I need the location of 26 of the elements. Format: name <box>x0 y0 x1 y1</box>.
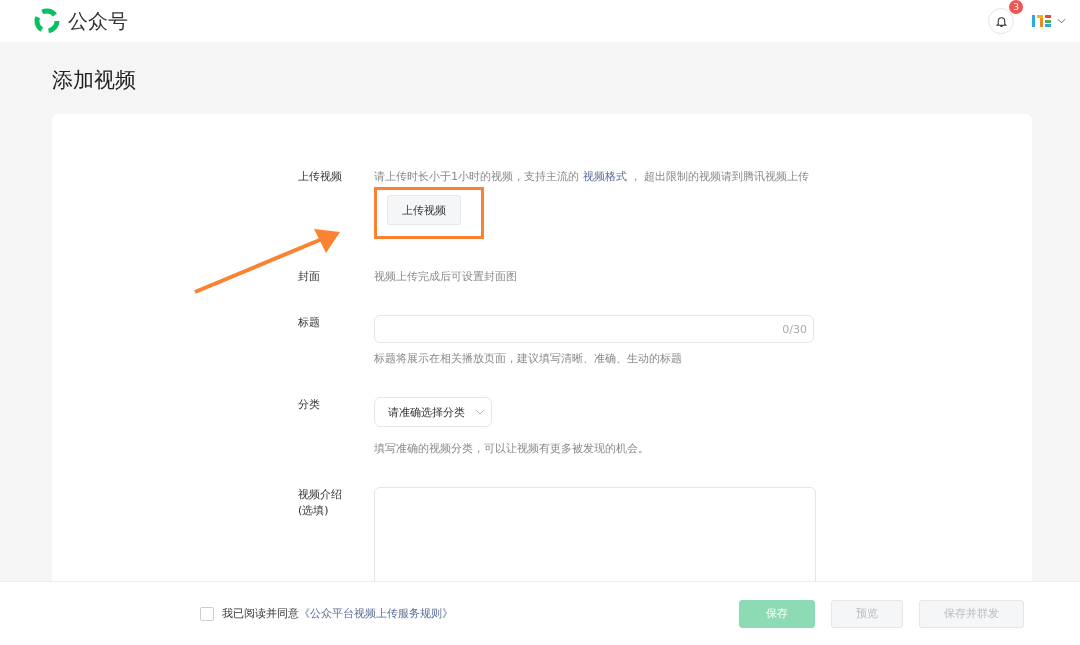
upload-button[interactable]: 上传视频 <box>387 195 461 225</box>
notification-badge: 3 <box>1009 0 1023 14</box>
format-link[interactable]: 视频格式 <box>582 170 627 183</box>
chevron-down-icon <box>475 409 485 415</box>
account-logo-icon[interactable] <box>1032 14 1052 28</box>
field-label: 视频介绍 <box>298 487 343 503</box>
category-select[interactable]: 请准确选择分类 <box>374 397 492 427</box>
logo-icon <box>34 8 60 34</box>
rules-link[interactable]: 《公众平台视频上传服务规则》 <box>299 607 453 620</box>
cover-note: 视频上传完成后可设置封面图 <box>374 269 517 285</box>
page-title: 添加视频 <box>52 67 136 94</box>
title-hint: 标题将展示在相关播放页面，建议填写清晰、准确、生动的标题 <box>374 351 682 367</box>
bell-icon <box>994 14 1008 28</box>
field-label: 封面 <box>298 269 321 285</box>
chevron-down-icon[interactable] <box>1057 18 1066 24</box>
field-label: 上传视频 <box>298 169 343 185</box>
notification-button[interactable] <box>988 8 1014 34</box>
field-label: 标题 <box>298 315 321 331</box>
app-name: 公众号 <box>68 7 128 35</box>
field-label: 分类 <box>298 397 321 413</box>
char-counter: 0/30 <box>782 322 807 336</box>
field-label-note: (选填) <box>298 503 330 519</box>
upload-hint: 请上传时长小于1小时的视频，支持主流的 视频格式 ， 超出限制的视频请到腾讯视频上传 <box>374 169 810 185</box>
category-hint: 填写准确的视频分类，可以让视频有更多被发现的机会。 <box>374 441 649 457</box>
agree-text: 我已阅读并同意《公众平台视频上传服务规则》 <box>222 606 453 621</box>
agree-checkbox[interactable] <box>200 606 214 621</box>
